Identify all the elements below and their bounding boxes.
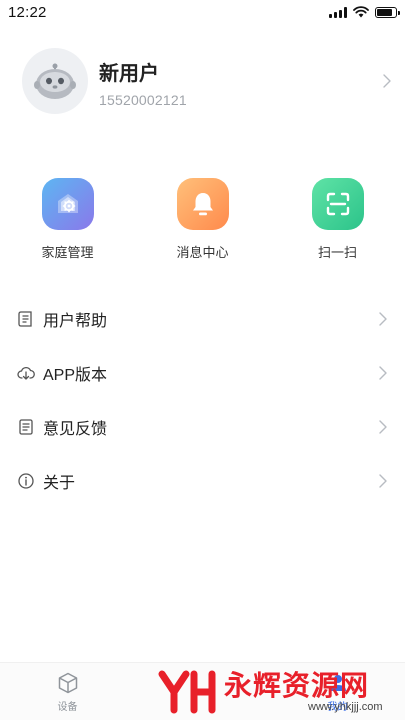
quick-action-scan[interactable]: 扫一扫: [270, 178, 405, 261]
wifi-icon: [353, 6, 369, 18]
bell-icon: [176, 178, 229, 230]
tab-label: 我的: [327, 701, 348, 713]
bottom-tab-bar: 设备 我的: [0, 662, 405, 720]
status-icons: [329, 6, 400, 18]
profile-card[interactable]: 新用户 15520002121: [22, 48, 395, 114]
user-icon: [329, 674, 346, 691]
feedback-doc-icon: [17, 418, 35, 436]
chevron-right-icon: [375, 365, 391, 381]
avatar[interactable]: [22, 48, 88, 114]
quick-action-messages[interactable]: 消息中心: [135, 178, 270, 261]
quick-action-label: 家庭管理: [41, 245, 94, 260]
tab-center[interactable]: [135, 663, 270, 720]
tab-label: 设备: [57, 701, 78, 713]
profile-name: 新用户: [99, 62, 159, 85]
status-bar: 12:22: [0, 0, 405, 24]
scan-icon: [311, 178, 364, 230]
menu-label: APP版本: [43, 367, 108, 384]
profile-info: 新用户 15520002121: [99, 55, 379, 108]
settings-menu: 用户帮助 APP版本 意见反馈 关于: [0, 292, 405, 508]
menu-item-feedback[interactable]: 意见反馈: [0, 400, 405, 454]
info-icon: [17, 472, 35, 490]
chevron-right-icon: [379, 73, 395, 89]
tab-mine[interactable]: 我的: [270, 663, 405, 720]
cube-icon: [58, 672, 77, 693]
menu-label: 用户帮助: [43, 313, 108, 330]
menu-item-about[interactable]: 关于: [0, 454, 405, 508]
chevron-right-icon: [375, 311, 391, 327]
status-time: 12:22: [8, 3, 47, 21]
quick-action-label: 消息中心: [176, 245, 229, 260]
menu-label: 关于: [43, 475, 76, 492]
menu-label: 意见反馈: [43, 421, 108, 438]
quick-action-label: 扫一扫: [317, 245, 357, 260]
tab-devices[interactable]: 设备: [0, 663, 135, 720]
menu-item-app-version[interactable]: APP版本: [0, 346, 405, 400]
menu-item-user-help[interactable]: 用户帮助: [0, 292, 405, 346]
chevron-right-icon: [375, 419, 391, 435]
help-doc-icon: [17, 310, 35, 328]
quick-actions: 家庭管理 消息中心 扫一扫: [0, 178, 405, 261]
chevron-right-icon: [375, 473, 391, 489]
quick-action-family[interactable]: 家庭管理: [0, 178, 135, 261]
cloud-download-icon: [17, 364, 35, 382]
profile-phone: 15520002121: [99, 91, 187, 108]
battery-icon: [375, 6, 400, 18]
home-gear-icon: [41, 178, 94, 230]
signal-icon: [329, 6, 347, 18]
robot-avatar-icon: [34, 63, 76, 99]
